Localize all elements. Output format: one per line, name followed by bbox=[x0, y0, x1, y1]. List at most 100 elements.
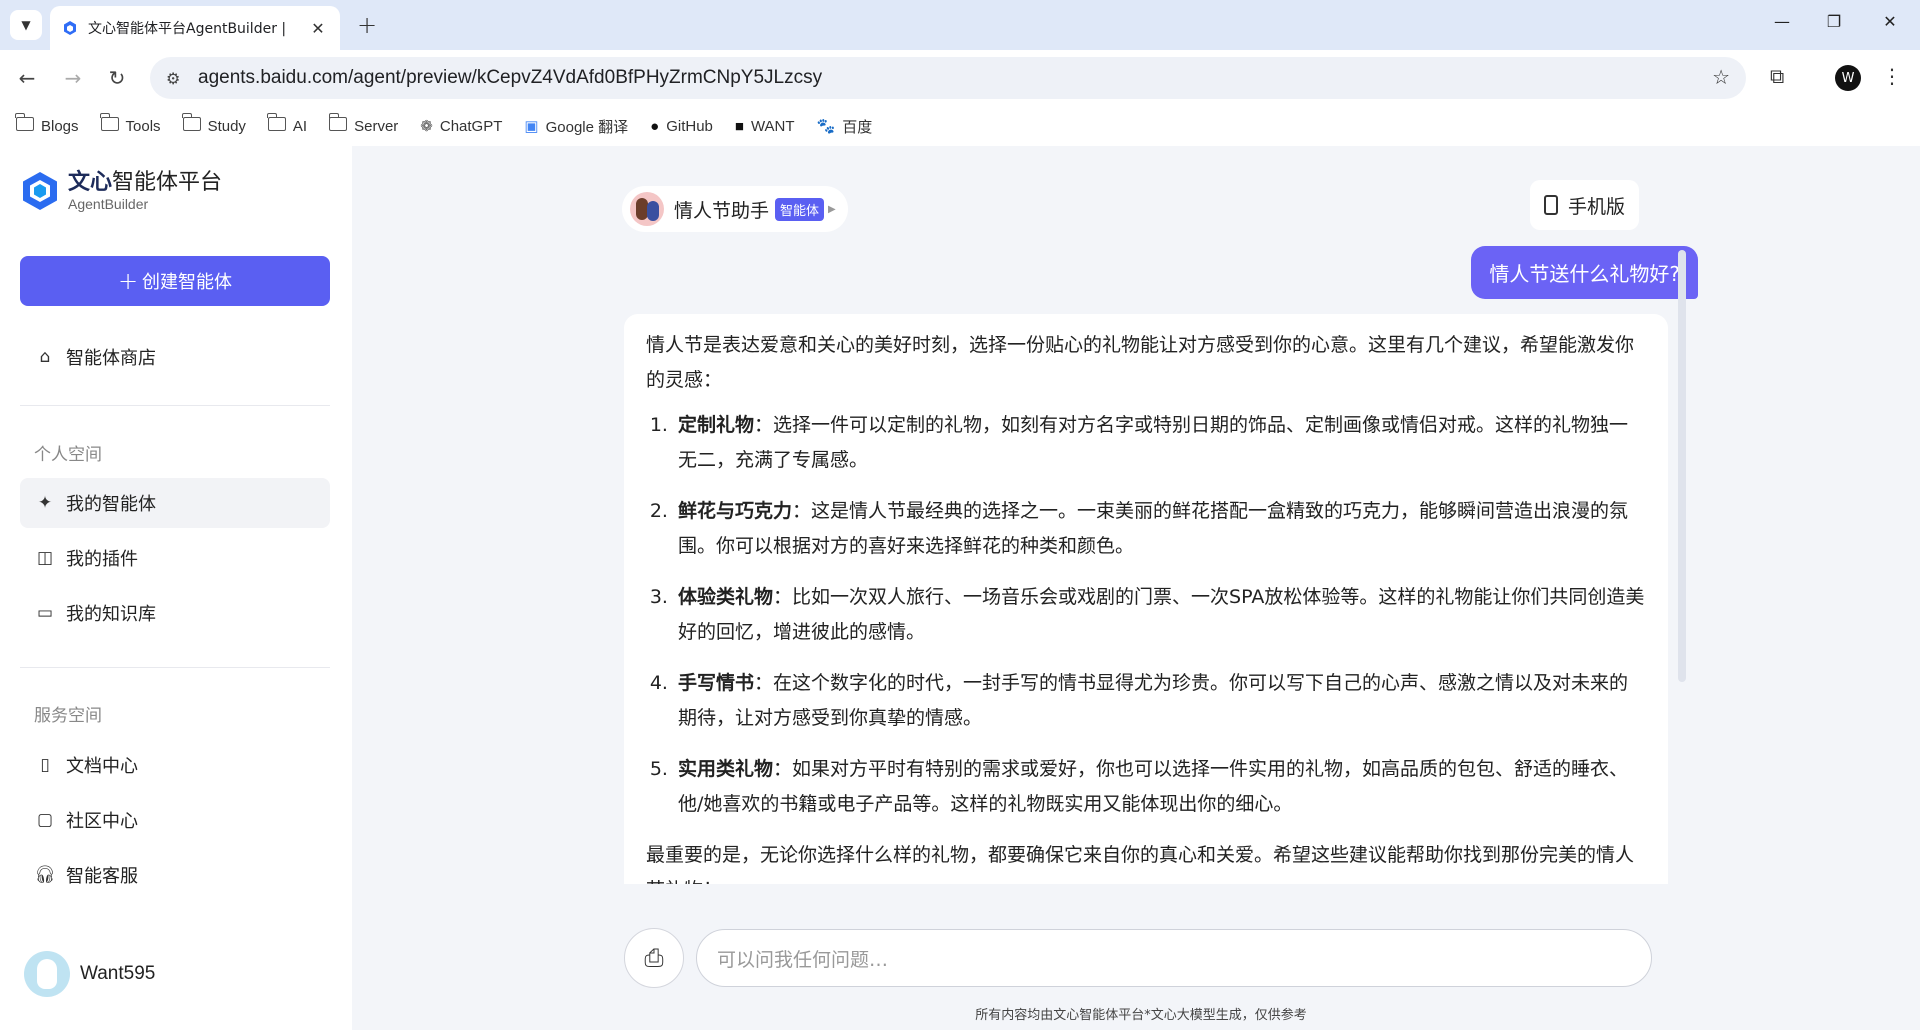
sparkle-icon: ✦ bbox=[37, 493, 53, 513]
tab-close-icon[interactable]: ✕ bbox=[308, 19, 328, 38]
bookmark-star-icon[interactable]: ☆ bbox=[1712, 65, 1730, 89]
profile-avatar-icon[interactable]: W bbox=[1835, 65, 1861, 91]
browser-tab-active[interactable]: 文心智能体平台AgentBuilder | ✕ bbox=[50, 6, 340, 50]
user-message-bubble: 情人节送什么礼物好? bbox=[1471, 246, 1698, 299]
bookmark-label: WANT bbox=[750, 117, 795, 135]
url-text[interactable]: agents.baidu.com/agent/preview/kCepvZ4Vd… bbox=[198, 67, 822, 89]
chat-main: 情人节助手 智能体 ▶ 手机版 情人节送什么礼物好? 情人节是表达爱意和关心的美… bbox=[352, 146, 1920, 1030]
list-item: 实用类礼物：如果对方平时有特别的需求或爱好，你也可以选择一件实用的礼物，如高品质… bbox=[674, 752, 1646, 822]
sidebar-item-label: 智能客服 bbox=[66, 866, 138, 887]
create-agent-button[interactable]: + 创建智能体 bbox=[20, 256, 330, 306]
bot-intro: 情人节是表达爱意和关心的美好时刻，选择一份贴心的礼物能让对方感受到你的心意。这里… bbox=[646, 334, 1635, 391]
sidebar-item-label: 社区中心 bbox=[66, 811, 138, 832]
chat-input[interactable]: 可以问我任何问题… bbox=[696, 929, 1652, 987]
bookmark-label: Tools bbox=[125, 117, 161, 135]
github-icon: ● bbox=[650, 117, 660, 135]
user-profile[interactable]: Want595 bbox=[24, 951, 155, 997]
username: Want595 bbox=[80, 963, 156, 984]
create-agent-label: 创建智能体 bbox=[142, 272, 233, 293]
avatar bbox=[24, 951, 70, 997]
sidebar-item-my-plugins[interactable]: ◫ 我的插件 bbox=[20, 533, 330, 583]
bookmark-label: GitHub bbox=[666, 117, 713, 135]
bot-suggestion-list: 定制礼物：选择一件可以定制的礼物，如刻有对方名字或特别日期的饰品、定制画像或情侣… bbox=[674, 408, 1646, 822]
close-window-button[interactable]: ✕ bbox=[1878, 12, 1902, 31]
browser-menu-icon[interactable]: ⋮ bbox=[1882, 64, 1902, 88]
sidebar: 文心智能体平台 AgentBuilder + 创建智能体 ⌂ 智能体商店 个人空… bbox=[0, 146, 352, 1030]
sidebar-item-support[interactable]: 🎧︎ 智能客服 bbox=[20, 850, 330, 900]
agentbuilder-favicon-icon bbox=[64, 21, 76, 35]
bookmark-want[interactable]: ■ WANT bbox=[735, 118, 795, 135]
bookmark-blogs[interactable]: Blogs bbox=[15, 113, 79, 135]
extensions-icon[interactable]: ⧉ bbox=[1770, 64, 1784, 88]
folder-icon bbox=[328, 113, 348, 131]
bookmark-label: Server bbox=[354, 117, 399, 135]
bookmark-label: AI bbox=[292, 117, 308, 135]
sidebar-item-agent-store[interactable]: ⌂ 智能体商店 bbox=[20, 332, 330, 382]
phone-icon bbox=[1544, 195, 1558, 215]
mobile-version-label: 手机版 bbox=[1568, 195, 1626, 218]
bot-outro: 最重要的是，无论你选择什么样的礼物，都要确保它来自你的真心和关爱。希望这些建议能… bbox=[646, 844, 1635, 884]
tab-search-button[interactable]: ▼ bbox=[10, 10, 42, 40]
sidebar-item-community[interactable]: ▢ 社区中心 bbox=[20, 795, 330, 845]
composer: ⎙ 可以问我任何问题… bbox=[624, 928, 1652, 988]
minimize-button[interactable]: — bbox=[1770, 12, 1794, 31]
bookmark-baidu[interactable]: 🐾 百度 bbox=[817, 116, 873, 137]
sidebar-item-label: 我的插件 bbox=[66, 549, 138, 570]
chevron-right-icon: ▶ bbox=[828, 203, 836, 215]
bookmarks-bar: Blogs Tools Study AI Server ❁ ChatGPT ▣ Go… bbox=[0, 106, 1920, 146]
folder-icon bbox=[181, 113, 201, 131]
mobile-version-button[interactable]: 手机版 bbox=[1530, 180, 1640, 230]
document-icon: ▯ bbox=[40, 755, 50, 775]
plugin-icon: ◫ bbox=[36, 548, 54, 568]
chatgpt-icon: ❁ bbox=[420, 118, 433, 135]
agent-name: 情人节助手 bbox=[674, 199, 770, 222]
baidu-icon: 🐾 bbox=[816, 118, 836, 135]
logo[interactable]: 文心智能体平台 AgentBuilder bbox=[20, 170, 222, 212]
want-icon: ■ bbox=[734, 117, 744, 135]
agentbuilder-logo-icon bbox=[23, 172, 57, 210]
list-item: 鲜花与巧克力：这是情人节最经典的选择之一。一束美丽的鲜花搭配一盒精致的巧克力，能… bbox=[674, 494, 1646, 564]
site-info-icon[interactable]: ⚙ bbox=[166, 69, 186, 88]
sidebar-item-docs[interactable]: ▯ 文档中心 bbox=[20, 740, 330, 790]
forward-button[interactable]: → bbox=[60, 66, 86, 90]
chat-input-placeholder: 可以问我任何问题… bbox=[717, 948, 889, 971]
chat-scrollbar[interactable] bbox=[1678, 250, 1686, 682]
agent-badge: 智能体 bbox=[775, 197, 825, 221]
reload-button[interactable]: ↻ bbox=[104, 66, 130, 90]
sidebar-item-my-agents[interactable]: ✦ 我的智能体 bbox=[20, 478, 330, 528]
bookmark-ai[interactable]: AI bbox=[267, 113, 308, 135]
bookmark-tools[interactable]: Tools bbox=[99, 113, 161, 135]
back-button[interactable]: ← bbox=[14, 66, 40, 90]
bookmark-label: Google 翻译 bbox=[545, 118, 629, 136]
plus-icon: + bbox=[117, 267, 139, 295]
bookmark-github[interactable]: ● GitHub bbox=[650, 118, 713, 135]
app-root: 文心智能体平台 AgentBuilder + 创建智能体 ⌂ 智能体商店 个人空… bbox=[0, 146, 1920, 1030]
sidebar-item-my-knowledge[interactable]: ▭ 我的知识库 bbox=[20, 588, 330, 638]
logo-title: 文心智能体平台 bbox=[68, 170, 223, 195]
store-icon: ⌂ bbox=[39, 347, 51, 367]
bookmark-label: Study bbox=[207, 117, 246, 135]
list-item: 手写情书：在这个数字化的时代，一封手写的情书显得尤为珍贵。你可以写下自己的心声、… bbox=[674, 666, 1646, 736]
bookmark-study[interactable]: Study bbox=[181, 113, 246, 135]
tab-title: 文心智能体平台AgentBuilder | bbox=[88, 21, 287, 37]
address-bar[interactable]: ⚙ agents.baidu.com/agent/preview/kCepvZ4… bbox=[150, 57, 1746, 99]
new-chat-button[interactable]: ⎙ bbox=[624, 928, 684, 988]
folder-icon bbox=[99, 113, 119, 131]
sidebar-divider bbox=[20, 667, 330, 668]
bookmark-google-translate[interactable]: ▣ Google 翻译 bbox=[524, 116, 628, 137]
broom-icon: ⎙ bbox=[644, 944, 664, 972]
bookmark-chatgpt[interactable]: ❁ ChatGPT bbox=[420, 117, 502, 136]
restore-button[interactable]: ❐ bbox=[1822, 12, 1846, 31]
bookmark-server[interactable]: Server bbox=[328, 113, 399, 135]
sidebar-item-label: 我的智能体 bbox=[66, 494, 156, 515]
new-tab-button[interactable]: + bbox=[352, 10, 382, 40]
bot-message-card: 情人节是表达爱意和关心的美好时刻，选择一份贴心的礼物能让对方感受到你的心意。这里… bbox=[624, 314, 1668, 884]
browser-tab-strip: ▼ 文心智能体平台AgentBuilder | ✕ + — ❐ ✕ bbox=[0, 0, 1920, 50]
logo-subtitle: AgentBuilder bbox=[68, 196, 149, 212]
sidebar-item-label: 我的知识库 bbox=[66, 604, 156, 625]
section-service-label: 服务空间 bbox=[34, 706, 102, 726]
agent-header[interactable]: 情人节助手 智能体 ▶ bbox=[622, 186, 848, 232]
chat-bubble-icon: ▢ bbox=[36, 810, 54, 830]
agent-avatar bbox=[630, 192, 664, 226]
folder-icon bbox=[267, 113, 286, 131]
